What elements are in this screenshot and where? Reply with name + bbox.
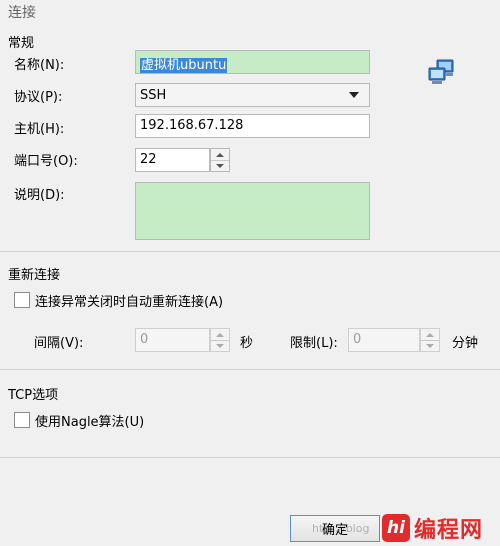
arrow-up-icon xyxy=(216,332,224,337)
port-stepper-down[interactable] xyxy=(211,160,229,171)
host-input[interactable]: 192.168.67.128 xyxy=(135,114,370,138)
nagle-label[interactable]: 使用Nagle算法(U) xyxy=(35,411,144,430)
arrow-up-icon xyxy=(426,332,434,337)
description-input[interactable] xyxy=(135,182,370,240)
auto-reconnect-label[interactable]: 连接异常关闭时自动重新连接(A) xyxy=(35,291,223,310)
port-input[interactable]: 22 xyxy=(135,148,210,172)
watermark-logo-icon: hi xyxy=(382,514,410,542)
arrow-down-icon xyxy=(216,344,224,348)
name-label: 名称(N): xyxy=(14,58,65,73)
host-label: 主机(H): xyxy=(14,122,65,137)
limit-stepper-up[interactable] xyxy=(421,329,439,340)
interval-label: 间隔(V): xyxy=(34,336,84,351)
chevron-down-icon xyxy=(349,92,359,98)
protocol-select[interactable]: SSH xyxy=(135,83,370,107)
description-label: 说明(D): xyxy=(14,188,65,203)
protocol-select-value: SSH xyxy=(140,87,167,103)
nagle-checkbox[interactable] xyxy=(14,412,30,428)
interval-stepper-down[interactable] xyxy=(211,340,229,351)
name-input[interactable]: 虚拟机ubuntu xyxy=(135,50,370,74)
arrow-down-icon xyxy=(426,344,434,348)
limit-stepper[interactable] xyxy=(420,328,440,352)
window-title: 连接 xyxy=(0,0,500,22)
watermark-faint-text: http://blog xyxy=(312,522,370,535)
interval-stepper-up[interactable] xyxy=(211,329,229,340)
name-input-value: 虚拟机ubuntu xyxy=(140,58,228,73)
port-label: 端口号(O): xyxy=(14,154,78,169)
tcp-section: TCP选项 使用Nagle算法(U) xyxy=(0,382,500,458)
general-section-title: 常规 xyxy=(8,36,35,51)
limit-label: 限制(L): xyxy=(290,336,338,351)
port-stepper-up[interactable] xyxy=(211,149,229,160)
limit-unit: 分钟 xyxy=(452,336,479,351)
interval-unit: 秒 xyxy=(240,336,254,351)
tcp-section-title: TCP选项 xyxy=(8,388,59,403)
watermark: hi 编程网 xyxy=(382,512,483,544)
watermark-site-text: 编程网 xyxy=(414,518,484,543)
arrow-down-icon xyxy=(216,164,224,168)
port-stepper[interactable] xyxy=(210,148,230,172)
reconnect-section-title: 重新连接 xyxy=(8,268,61,283)
protocol-label: 协议(P): xyxy=(14,90,63,105)
reconnect-section: 重新连接 连接异常关闭时自动重新连接(A) 间隔(V): 0 秒 限制(L): … xyxy=(0,262,500,370)
limit-stepper-down[interactable] xyxy=(421,340,439,351)
interval-input[interactable]: 0 xyxy=(135,328,210,352)
limit-input[interactable]: 0 xyxy=(348,328,420,352)
interval-stepper[interactable] xyxy=(210,328,230,352)
auto-reconnect-checkbox[interactable] xyxy=(14,292,30,308)
general-section: 常规 名称(N): 虚拟机ubuntu 协议(P): SSH 主机(H): 19… xyxy=(0,30,500,252)
network-computers-icon xyxy=(427,58,457,88)
arrow-up-icon xyxy=(216,152,224,157)
